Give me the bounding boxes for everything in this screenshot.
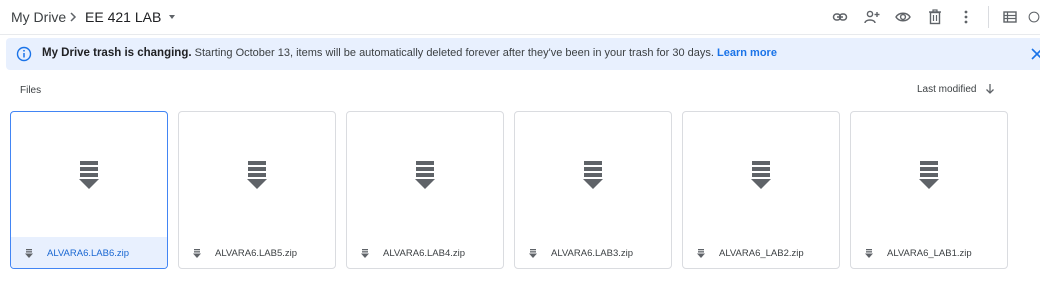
banner-body: Starting October 13, items will be autom… [194, 47, 714, 59]
zip-file-icon [79, 160, 99, 189]
trash-icon [929, 9, 941, 25]
file-thumbnail [683, 112, 839, 237]
details-button[interactable] [1028, 6, 1040, 28]
zip-file-icon [751, 160, 771, 189]
zip-file-icon [247, 160, 267, 189]
sort-by-button[interactable]: Last modified [917, 84, 976, 95]
top-bar: My Drive EE 421 LAB [0, 0, 1040, 36]
file-card[interactable]: ALVARA6.LAB3.zip [514, 111, 672, 269]
copy-link-button[interactable] [828, 6, 852, 28]
file-thumbnail [515, 112, 671, 237]
preview-eye-icon [895, 12, 911, 22]
zip-type-icon [25, 249, 33, 258]
file-thumbnail [347, 112, 503, 237]
list-view-icon [1003, 11, 1017, 23]
file-card-footer: ALVARA6_LAB1.zip [851, 237, 1007, 268]
share-button[interactable] [860, 6, 884, 28]
trash-change-banner: My Drive trash is changing. Starting Oct… [6, 38, 1040, 70]
file-card[interactable]: ALVARA6.LAB5.zip [178, 111, 336, 269]
header-divider [0, 34, 1040, 35]
toolbar-divider [988, 6, 989, 28]
file-card[interactable]: ALVARA6.LAB4.zip [346, 111, 504, 269]
banner-title: My Drive trash is changing. [42, 47, 192, 59]
file-card-footer: ALVARA6_LAB2.zip [683, 237, 839, 268]
close-icon[interactable] [1030, 47, 1040, 61]
zip-type-icon [529, 249, 537, 258]
caret-down-icon [169, 15, 176, 19]
banner-message: My Drive trash is changing. Starting Oct… [42, 47, 777, 59]
list-layout-button[interactable] [998, 6, 1022, 28]
zip-file-icon [415, 160, 435, 189]
file-card-footer: ALVARA6.LAB5.zip [179, 237, 335, 268]
preview-button[interactable] [891, 6, 915, 28]
file-name: ALVARA6.LAB5.zip [215, 248, 298, 259]
file-name: ALVARA6_LAB1.zip [887, 248, 972, 259]
remove-button[interactable] [923, 6, 947, 28]
zip-type-icon [865, 249, 873, 258]
info-icon [1028, 11, 1040, 23]
learn-more-link[interactable]: Learn more [717, 47, 777, 59]
zip-type-icon [193, 249, 201, 258]
file-name: ALVARA6.LAB3.zip [551, 248, 634, 259]
file-name: ALVARA6.LAB4.zip [383, 248, 466, 259]
more-actions-button[interactable] [954, 6, 978, 28]
file-thumbnail [179, 112, 335, 237]
file-card[interactable]: ALVARA6_LAB2.zip [682, 111, 840, 269]
file-thumbnail [851, 112, 1007, 237]
file-card[interactable]: ALVARA6.LAB6.zip [10, 111, 168, 269]
breadcrumb-current-folder[interactable]: EE 421 LAB [85, 9, 176, 25]
link-icon [832, 13, 848, 21]
file-card[interactable]: ALVARA6_LAB1.zip [850, 111, 1008, 269]
zip-file-icon [919, 160, 939, 189]
file-card-footer: ALVARA6.LAB3.zip [515, 237, 671, 268]
zip-type-icon [697, 249, 705, 258]
file-thumbnail [11, 112, 167, 237]
chevron-right-icon [70, 12, 77, 22]
file-card-footer: ALVARA6.LAB4.zip [347, 237, 503, 268]
info-circle-icon [16, 46, 32, 62]
zip-file-icon [583, 160, 603, 189]
more-vert-icon [964, 10, 968, 24]
files-section-label: Files [20, 85, 42, 96]
file-card-footer: ALVARA6.LAB6.zip [11, 237, 167, 268]
breadcrumb-my-drive[interactable]: My Drive [11, 9, 66, 25]
file-name: ALVARA6_LAB2.zip [719, 248, 804, 259]
file-name: ALVARA6.LAB6.zip [47, 248, 130, 259]
zip-type-icon [361, 249, 369, 258]
current-folder-label: EE 421 LAB [85, 9, 162, 25]
add-person-icon [864, 10, 880, 24]
arrow-down-icon[interactable] [984, 83, 996, 95]
